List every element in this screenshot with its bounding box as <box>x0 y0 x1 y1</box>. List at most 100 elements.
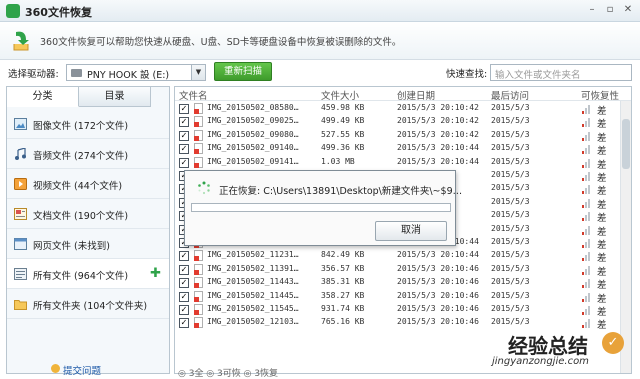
sidebar-item-video[interactable]: 视频文件 (44个文件) <box>7 169 169 199</box>
last-access-cell: 2015/5/3 <box>491 277 530 287</box>
file-size-cell: 358.27 KB <box>321 290 365 300</box>
watermark-url: jingyanzongjie.com <box>492 356 589 367</box>
close-button[interactable]: ✕ <box>620 3 636 17</box>
created-date-cell: 2015/5/3 20:10:46 <box>397 290 479 300</box>
row-checkbox[interactable]: ✓ <box>179 117 189 128</box>
category-list: 图像文件 (172个文件) 音频文件 (274个文件) 视频文件 (44个文件)… <box>7 109 169 319</box>
row-checkbox[interactable]: ✓ <box>179 251 189 262</box>
submit-feedback-link[interactable]: 提交问题 <box>63 363 101 377</box>
table-row[interactable]: ✓ IMG_20150502_11391… 356.57 KB 2015/5/3 20… <box>175 263 621 278</box>
file-size-cell: 1.03 MB <box>321 156 355 166</box>
file-name-cell: IMG_20150502_11545… <box>207 304 299 313</box>
row-checkbox[interactable]: ✓ <box>179 130 189 141</box>
column-header-recoverability[interactable]: 可恢复性 <box>581 88 619 102</box>
feedback-icon <box>51 364 60 373</box>
row-checkbox[interactable]: ✓ <box>179 144 189 155</box>
sidebar-item-images[interactable]: 图像文件 (172个文件) <box>7 109 169 139</box>
table-row[interactable]: ✓ IMG_20150502_12103… 765.16 KB 2015/5/3 20… <box>175 316 621 331</box>
last-access-cell: 2015/5/3 <box>491 129 530 139</box>
column-header-created[interactable]: 创建日期 <box>397 88 435 102</box>
created-date-cell: 2015/5/3 20:10:44 <box>397 143 479 153</box>
scrollbar-thumb[interactable] <box>622 119 630 169</box>
signal-bars-icon <box>582 144 591 155</box>
all-files-icon <box>14 268 27 280</box>
table-row[interactable]: ✓ IMG_20150502_09025… 499.49 KB 2015/5/3 20… <box>175 115 621 130</box>
sidebar-item-label: 所有文件 (964个文件) <box>33 271 129 282</box>
deleted-file-icon <box>194 250 203 262</box>
watermark: 经验总结 ✓ jingyanzongjie.com <box>490 330 634 370</box>
file-size-cell: 527.55 KB <box>321 129 365 139</box>
app-logo-icon <box>6 4 20 18</box>
created-date-cell: 2015/5/3 20:10:46 <box>397 263 479 273</box>
last-access-cell: 2015/5/3 <box>491 156 530 166</box>
cancel-button[interactable]: 取消 <box>375 221 447 241</box>
add-icon[interactable]: ✚ <box>150 266 161 281</box>
last-access-cell: 2015/5/3 <box>491 183 530 193</box>
sidebar-item-documents[interactable]: 文档文件 (190个文件) <box>7 199 169 229</box>
column-header-accessed[interactable]: 最后访问 <box>491 88 529 102</box>
video-icon <box>14 178 27 190</box>
row-checkbox[interactable]: ✓ <box>179 305 189 315</box>
table-row[interactable]: ✓ IMG_20150502_09080… 527.55 KB 2015/5/3 20… <box>175 129 621 144</box>
row-checkbox[interactable]: ✓ <box>179 278 189 289</box>
quick-search-input[interactable]: 输入文件或文件夹名 <box>490 64 632 81</box>
deleted-file-icon <box>194 277 203 289</box>
webpage-icon <box>14 238 27 250</box>
row-checkbox[interactable]: ✓ <box>179 104 189 114</box>
sidebar-item-webpages[interactable]: 网页文件 (未找到) <box>7 229 169 259</box>
table-row[interactable]: ✓ IMG_20150502_11231… 842.49 KB 2015/5/3 20… <box>175 249 621 264</box>
watermark-text: 经验总结 <box>508 334 588 358</box>
window-title: 360文件恢复 <box>25 6 92 19</box>
sidebar: 分类 目录 图像文件 (172个文件) 音频文件 (274个文件) 视频文件 (… <box>6 86 170 377</box>
table-row[interactable]: ✓ IMG_20150502_11443… 385.31 KB 2015/5/3 20… <box>175 276 621 291</box>
signal-bars-icon <box>582 104 591 114</box>
last-access-cell: 2015/5/3 <box>491 263 530 273</box>
signal-bars-icon <box>582 318 591 329</box>
created-date-cell: 2015/5/3 20:10:44 <box>397 156 479 166</box>
file-name-cell: IMG_20150502_11231… <box>207 250 299 260</box>
file-name-cell: IMG_20150502_09025… <box>207 116 299 126</box>
table-row[interactable]: ✓ IMG_20150502_09140… 499.36 KB 2015/5/3 20… <box>175 142 621 157</box>
table-row[interactable]: ✓ IMG_20150502_11545… 931.74 KB 2015/5/3 20… <box>175 303 621 318</box>
row-checkbox[interactable]: ✓ <box>179 291 189 302</box>
signal-bars-icon <box>582 117 591 128</box>
row-checkbox[interactable]: ✓ <box>179 157 189 168</box>
file-size-cell: 765.16 KB <box>321 317 365 327</box>
row-checkbox[interactable]: ✓ <box>179 264 189 275</box>
created-date-cell: 2015/5/3 20:10:46 <box>397 304 479 313</box>
last-access-cell: 2015/5/3 <box>491 196 530 206</box>
table-row[interactable]: ✓ IMG_20150502_11445… 358.27 KB 2015/5/3 20… <box>175 290 621 305</box>
footer-hint: ◎ 3全 ◎ 3可恢 ◎ 3恢复 <box>178 369 279 379</box>
tab-category[interactable]: 分类 <box>7 87 79 107</box>
signal-bars-icon <box>582 171 591 181</box>
music-icon <box>15 148 26 160</box>
table-row[interactable]: ✓ IMG_20150502_08580… 459.98 KB 2015/5/3 20… <box>175 102 621 117</box>
drive-select[interactable]: PNY HOOK 設 (E:) ▼ <box>66 64 206 81</box>
rescan-button[interactable]: 重新扫描 <box>214 62 272 81</box>
file-size-cell: 356.57 KB <box>321 263 365 273</box>
column-header-size[interactable]: 文件大小 <box>321 88 359 102</box>
toolbar: 选择驱动器: PNY HOOK 設 (E:) ▼ 重新扫描 快速查找: 输入文件… <box>0 60 640 84</box>
created-date-cell: 2015/5/3 20:10:42 <box>397 116 479 126</box>
signal-bars-icon <box>582 131 591 141</box>
created-date-cell: 2015/5/3 20:10:44 <box>397 250 479 260</box>
signal-bars-icon <box>582 211 591 222</box>
minimize-button[interactable]: – <box>584 3 600 17</box>
chevron-down-icon[interactable]: ▼ <box>191 65 205 80</box>
deleted-file-icon <box>194 116 203 128</box>
sidebar-item-all-files[interactable]: 所有文件 (964个文件) ✚ <box>7 259 169 289</box>
tab-directory[interactable]: 目录 <box>79 87 151 107</box>
file-size-cell: 931.74 KB <box>321 304 365 313</box>
column-header-name[interactable]: 文件名 <box>179 88 208 102</box>
maximize-button[interactable]: ▫ <box>602 3 618 17</box>
last-access-cell: 2015/5/3 <box>491 237 530 246</box>
drive-label: 选择驱动器: <box>8 69 59 80</box>
sidebar-item-all-folders[interactable]: 所有文件夹 (104个文件夹) <box>7 289 169 319</box>
signal-bars-icon <box>582 292 591 302</box>
sidebar-item-audio[interactable]: 音频文件 (274个文件) <box>7 139 169 169</box>
table-row[interactable]: ✓ IMG_20150502_09141… 1.03 MB 2015/5/3 20:1… <box>175 156 621 171</box>
row-checkbox[interactable]: ✓ <box>179 318 189 329</box>
file-name-cell: IMG_20150502_11443… <box>207 277 299 287</box>
created-date-cell: 2015/5/3 20:10:42 <box>397 129 479 139</box>
deleted-file-icon <box>194 317 203 329</box>
